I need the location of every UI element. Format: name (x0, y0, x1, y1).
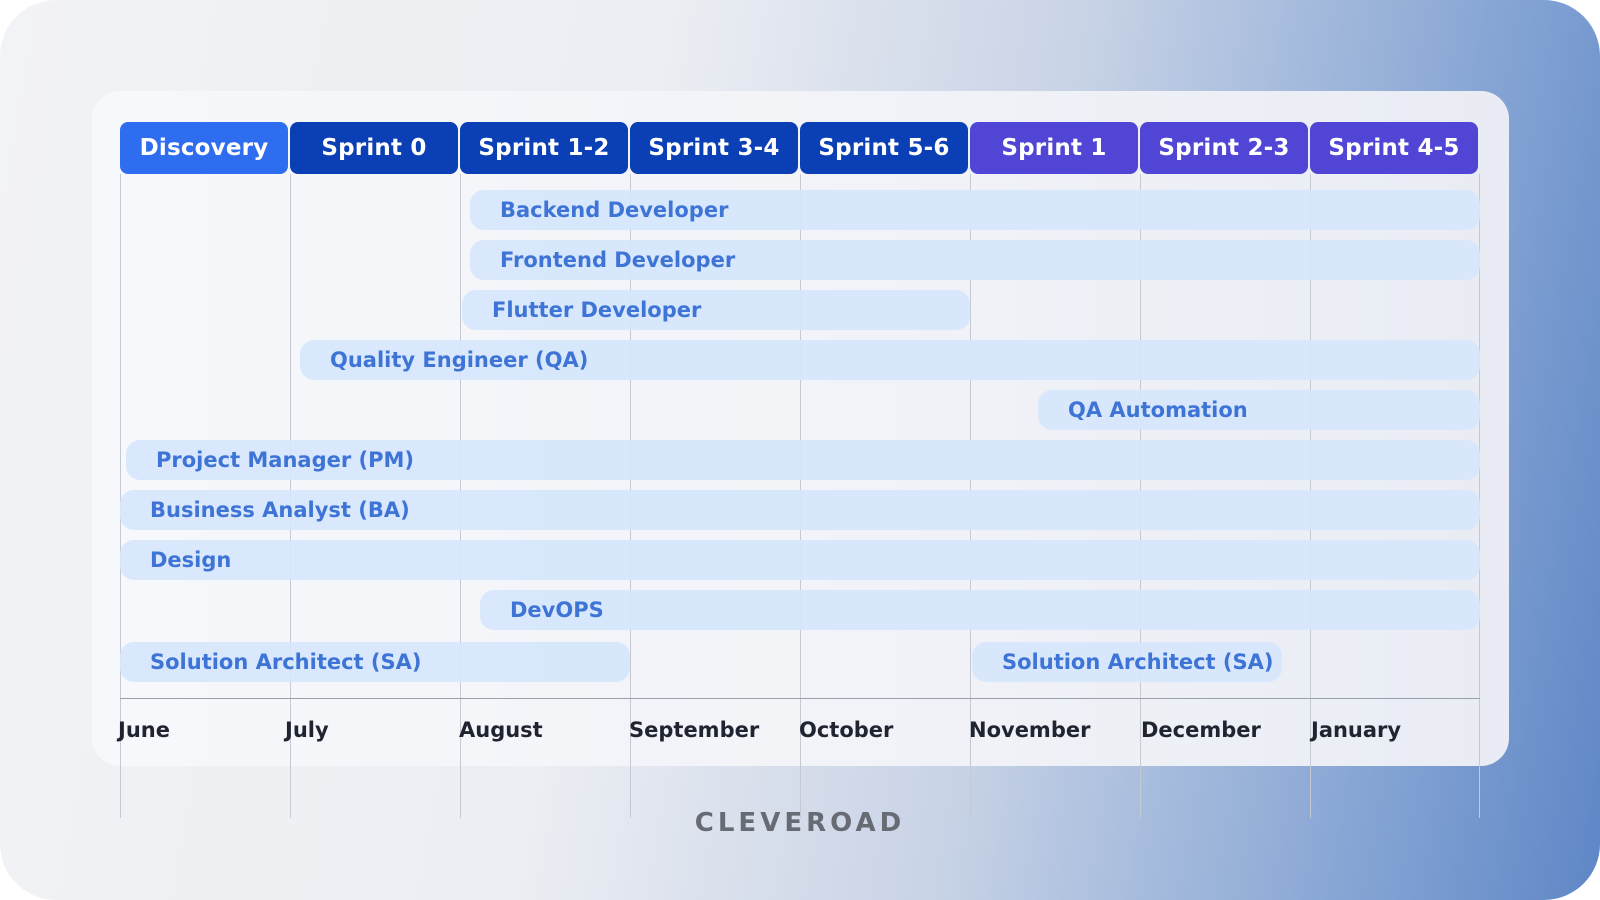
phase-sprint-1-2: Sprint 1-2 (460, 122, 628, 174)
phase-sprint-0: Sprint 0 (290, 122, 458, 174)
month-label: June (118, 718, 170, 742)
phase-header: Discovery Sprint 0 Sprint 1-2 Sprint 3-4… (120, 122, 1480, 174)
month-label: August (459, 718, 543, 742)
month-label: October (799, 718, 894, 742)
phase-discovery: Discovery (120, 122, 288, 174)
role-bar-backend-developer: Backend Developer (470, 190, 1480, 230)
role-bar-devops: DevOPS (480, 590, 1480, 630)
month-label: July (285, 718, 329, 742)
role-bar-business-analyst: Business Analyst (BA) (120, 490, 1480, 530)
role-bar-solution-architect: Solution Architect (SA) (120, 642, 630, 682)
month-label: January (1311, 718, 1402, 742)
role-bar-flutter-developer: Flutter Developer (462, 290, 970, 330)
phase-sprint-2-3: Sprint 2-3 (1140, 122, 1308, 174)
role-bar-frontend-developer: Frontend Developer (470, 240, 1480, 280)
phase-sprint-4-5: Sprint 4-5 (1310, 122, 1478, 174)
phase-sprint-1: Sprint 1 (970, 122, 1138, 174)
month-label: November (969, 718, 1091, 742)
brand-logo: CLEVEROAD (694, 808, 906, 838)
role-bar-quality-engineer: Quality Engineer (QA) (300, 340, 1480, 380)
role-bar-project-manager: Project Manager (PM) (126, 440, 1480, 480)
phase-sprint-3-4: Sprint 3-4 (630, 122, 798, 174)
x-axis-line (120, 698, 1480, 699)
month-label: December (1141, 718, 1261, 742)
month-label: September (629, 718, 760, 742)
role-bar-design: Design (120, 540, 1480, 580)
role-bar-qa-automation: QA Automation (1038, 390, 1480, 430)
role-bar-solution-architect: Solution Architect (SA) (972, 642, 1282, 682)
phase-sprint-5-6: Sprint 5-6 (800, 122, 968, 174)
roadmap-timeline: Discovery Sprint 0 Sprint 1-2 Sprint 3-4… (118, 122, 1480, 818)
